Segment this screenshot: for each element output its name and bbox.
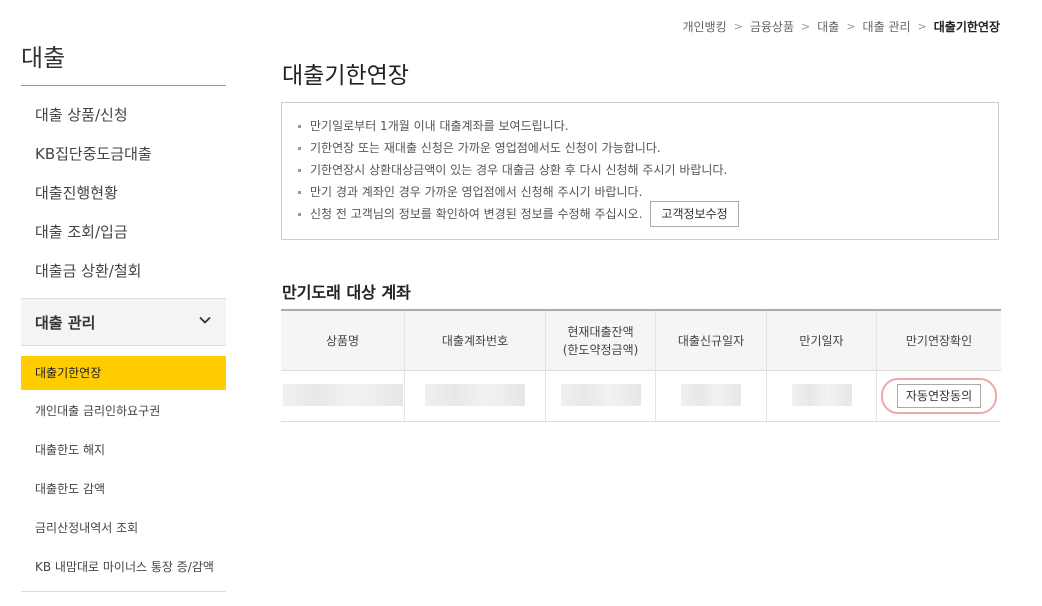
masked-cell [281,370,405,422]
table-row: 자동연장동의 [281,370,1001,422]
table-header-row: 상품명 대출계좌번호 현재대출잔액 (한도약정금액) 대출신규일자 만기일자 만… [281,309,1001,371]
sidebar-group-label: 대출 관리 [35,313,96,332]
notice-item: 기한연장시 상환대상금액이 있는 경우 대출금 상환 후 다시 신청해 주시기 … [298,159,982,181]
sidebar-menu: 대출 상품/신청 KB집단중도금대출 대출진행현황 대출 조회/입금 대출금 상… [21,86,226,291]
sidebar-group-loan-management[interactable]: 대출 관리 [21,298,226,346]
breadcrumb: 개인뱅킹 > 금융상품 > 대출 > 대출 관리 > 대출기한연장 [682,18,1000,35]
column-header-balance-line2: (한도약정금액) [562,342,639,357]
edit-customer-info-button[interactable]: 고객정보수정 [650,201,739,227]
sidebar-item-loan-products[interactable]: 대출 상품/신청 [21,96,226,135]
notice-item: 만기 경과 계좌인 경우 가까운 영업점에서 신청해 주시기 바랍니다. [298,181,982,203]
notice-item: 신청 전 고객님의 정보를 확인하여 변경된 정보를 수정해 주십시오. 고객정… [298,201,982,227]
masked-value [791,383,852,406]
sidebar-submenu: 대출기한연장 개인대출 금리인하요구권 대출한도 해지 대출한도 감액 금리산정… [21,356,226,588]
breadcrumb-item[interactable]: 금융상품 [750,18,794,35]
sidebar-item-loan-progress[interactable]: 대출진행현황 [21,174,226,213]
sidebar-subitem-loan-extension[interactable]: 대출기한연장 [21,356,226,390]
sidebar-item-loan-repayment[interactable]: 대출금 상환/철회 [21,252,226,291]
sidebar-title: 대출 [21,0,226,86]
highlight-ring: 자동연장동의 [880,378,998,414]
breadcrumb-item[interactable]: 대출 관리 [863,18,911,35]
page-title: 대출기한연장 [282,63,409,89]
maturity-accounts-table: 상품명 대출계좌번호 현재대출잔액 (한도약정금액) 대출신규일자 만기일자 만… [281,309,1001,422]
sidebar-item-loan-inquiry[interactable]: 대출 조회/입금 [21,213,226,252]
column-header-extension-confirm: 만기연장확인 [876,309,1001,371]
breadcrumb-item[interactable]: 개인뱅킹 [682,18,726,35]
masked-value [282,383,403,406]
section-title: 만기도래 대상 계좌 [282,283,411,302]
sidebar-subitem-limit-reduce[interactable]: 대출한도 감액 [21,471,226,510]
masked-cell [655,370,767,422]
notice-item: 기한연장 또는 재대출 신청은 가까운 영업점에서도 신청이 가능합니다. [298,137,982,159]
breadcrumb-separator-icon: > [801,20,811,33]
sidebar: 대출 대출 상품/신청 KB집단중도금대출 대출진행현황 대출 조회/입금 대출… [21,0,226,592]
masked-value [560,383,641,406]
masked-cell [404,370,546,422]
chevron-down-icon [198,313,212,331]
sidebar-subitem-rate-cut-request[interactable]: 개인대출 금리인하요구권 [21,393,226,432]
masked-cell [545,370,656,422]
sidebar-divider [21,591,226,592]
breadcrumb-separator-icon: > [733,20,743,33]
column-header-product: 상품명 [281,309,405,371]
column-header-balance-line1: 현재대출잔액 [567,324,634,339]
masked-value [681,383,741,406]
breadcrumb-current: 대출기한연장 [933,20,1000,34]
extension-confirm-cell: 자동연장동의 [876,370,1001,422]
breadcrumb-item[interactable]: 대출 [817,18,839,35]
column-header-maturity-date: 만기일자 [766,309,877,371]
breadcrumb-separator-icon: > [846,20,856,33]
notice-box: 만기일로부터 1개월 이내 대출계좌를 보여드립니다. 기한연장 또는 재대출 … [281,102,999,240]
notice-item: 만기일로부터 1개월 이내 대출계좌를 보여드립니다. [298,115,982,137]
masked-value [425,383,525,406]
auto-extension-agree-button[interactable]: 자동연장동의 [896,384,982,408]
column-header-balance: 현재대출잔액 (한도약정금액) [545,309,656,371]
sidebar-item-group-interim-loan[interactable]: KB집단중도금대출 [21,135,226,174]
column-header-account-number: 대출계좌번호 [404,309,546,371]
column-header-new-date: 대출신규일자 [655,309,767,371]
sidebar-subitem-minus-account[interactable]: KB 내맘대로 마이너스 통장 증/감액 [21,549,226,588]
sidebar-subitem-limit-cancel[interactable]: 대출한도 해지 [21,432,226,471]
sidebar-subitem-rate-statement[interactable]: 금리산정내역서 조회 [21,510,226,549]
notice-text: 신청 전 고객님의 정보를 확인하여 변경된 정보를 수정해 주십시오. [310,207,643,221]
breadcrumb-separator-icon: > [917,20,927,33]
masked-cell [766,370,877,422]
